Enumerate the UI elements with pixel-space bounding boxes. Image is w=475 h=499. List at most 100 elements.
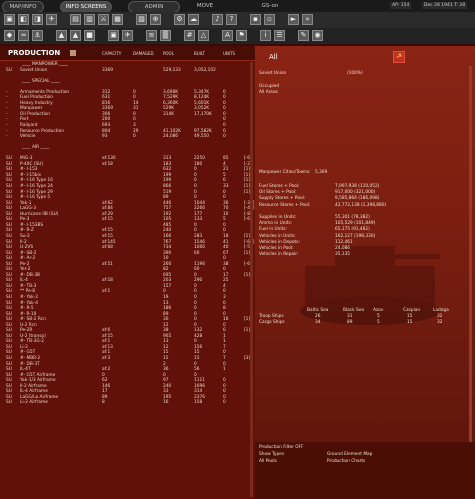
- tab-move[interactable]: MOVE: [185, 1, 225, 11]
- gs-toggle[interactable]: GS-on: [255, 1, 285, 11]
- cargo-ships-azov: 5: [377, 320, 380, 325]
- port-icon[interactable]: ⚓: [32, 30, 43, 41]
- country-name: Soviet Union: [259, 71, 287, 76]
- supply-icon[interactable]: ▦: [112, 14, 123, 25]
- sound-icon[interactable]: ♪: [212, 14, 223, 25]
- info-header: All: [255, 46, 475, 70]
- stat-label: Supplies in Units:: [259, 215, 297, 220]
- col-capacity[interactable]: CAPACITY: [102, 51, 121, 56]
- sea-black: Black Sea: [343, 308, 364, 313]
- save-icon[interactable]: ▪: [250, 14, 261, 25]
- col-units[interactable]: UNITS: [223, 51, 235, 56]
- weather-icon[interactable]: ☁: [188, 14, 199, 25]
- end-turn-icon[interactable]: ►: [288, 14, 299, 25]
- stat-value: 24,086: [335, 246, 351, 251]
- col-built[interactable]: BUILT: [194, 51, 205, 56]
- stat-label: Fuel Stores + Pool:: [259, 184, 300, 189]
- camera-icon[interactable]: ◉: [312, 30, 323, 41]
- top-menu-bar: MAP/INFO INFO SCREENS ADMIN MOVE GS-on A…: [0, 0, 475, 13]
- toolbar-primary: ▣ ◧ ◨ ✈ ▤ ▥ ⚔ ▦ ▧ ⊕ ⚙ ☁ ♪ ? ▪ ▫ ► »: [0, 12, 475, 28]
- airbase-icon[interactable]: ✈: [122, 30, 133, 41]
- all-pools-button[interactable]: All Pools: [259, 459, 277, 464]
- air-icon[interactable]: ✈: [46, 14, 57, 25]
- stat-label: Vehicles in Units:: [259, 233, 296, 239]
- log-icon[interactable]: ☰: [274, 30, 285, 41]
- stat-label: Vehicles in Pool:: [259, 246, 294, 251]
- production-row[interactable]: SU Li-2 Airframe 8 16 158 0: [0, 400, 255, 406]
- factory-icon[interactable]: ▲: [70, 30, 81, 41]
- grid-icon[interactable]: #: [184, 30, 195, 41]
- help-icon[interactable]: ?: [226, 14, 237, 25]
- stat-label: Fuel in Units:: [259, 227, 287, 233]
- troop-ships-azov: 5: [377, 314, 380, 319]
- filter-toggle-icon[interactable]: [70, 50, 76, 56]
- country-percent: (100%): [347, 71, 363, 76]
- battle-icon[interactable]: ⚔: [98, 14, 109, 25]
- stat-value: 42,772,138 (1,398,880): [335, 202, 387, 208]
- ground-icon[interactable]: ◆: [4, 30, 15, 41]
- filter-icon[interactable]: ▧: [136, 14, 147, 25]
- manpower-cities-label: Manpower Cities/Towns:: [259, 170, 311, 175]
- stat-value: 55,301 (78,382): [335, 215, 370, 220]
- labels-icon[interactable]: A: [222, 30, 233, 41]
- fort-icon[interactable]: ▣: [108, 30, 119, 41]
- order-icon[interactable]: ▥: [84, 14, 95, 25]
- settings-icon[interactable]: ⚙: [174, 14, 185, 25]
- stat-label: Resource Stores + Pool:: [259, 202, 311, 208]
- stat-value: 9,585,864 (186,098): [335, 196, 380, 202]
- cargo-ships-label: Cargo Ships: [259, 320, 285, 325]
- manpower-cities-value: 5,369: [315, 170, 328, 175]
- load-icon[interactable]: ▫: [264, 14, 275, 25]
- info-footer: Production Filter OFF Show Types All Poo…: [255, 442, 475, 499]
- city-icon[interactable]: ▲: [56, 30, 67, 41]
- hq-icon[interactable]: ◨: [32, 14, 43, 25]
- info-icon[interactable]: i: [260, 30, 271, 41]
- sea-baltic: Baltic Sea: [307, 308, 329, 313]
- col-damaged[interactable]: DAMAGED: [133, 51, 154, 56]
- stat-value: 917,000 (321,000): [335, 190, 376, 196]
- troop-ships-ladoga: 32: [437, 314, 443, 319]
- production-filter-toggle[interactable]: Production Filter OFF: [259, 445, 304, 450]
- occupied-toggle[interactable]: Occupied: [259, 84, 279, 89]
- zoom-icon[interactable]: ⊕: [150, 14, 161, 25]
- info-header-title: All: [269, 53, 278, 61]
- production-scrollbar[interactable]: [250, 62, 253, 497]
- stat-label: Oil Stores + Pool:: [259, 190, 297, 196]
- production-panel: PRODUCTION CAPACITY DAMAGED POOL BUILT U…: [0, 46, 255, 499]
- cell-pool: 16: [163, 400, 169, 406]
- stat-label: Ammo in Units:: [259, 221, 293, 227]
- depot-icon[interactable]: ■: [84, 30, 95, 41]
- show-types-button[interactable]: Show Types: [259, 452, 284, 457]
- all-areas-toggle[interactable]: All Areas: [259, 90, 278, 95]
- stat-value: 162,127 (198,330): [335, 233, 376, 239]
- unit-icon[interactable]: ◧: [18, 14, 29, 25]
- cell-units: 0: [223, 400, 226, 406]
- production-header: PRODUCTION CAPACITY DAMAGED POOL BUILT U…: [0, 46, 255, 61]
- map-icon[interactable]: ▣: [4, 14, 15, 25]
- cell-cap: 8: [102, 400, 105, 406]
- zoc-icon[interactable]: ▒: [160, 30, 171, 41]
- ground-element-map-button[interactable]: Ground Element Map: [327, 452, 372, 457]
- troop-ships-black: 31: [347, 314, 353, 319]
- frontline-icon[interactable]: ≡: [146, 30, 157, 41]
- next-icon[interactable]: »: [302, 14, 313, 25]
- troop-ships-label: Troop Ships: [259, 314, 284, 319]
- terrain-icon[interactable]: △: [198, 30, 209, 41]
- game-date: Dec 28 1941 T: 28: [422, 2, 468, 9]
- cell-name: Li-2 Airframe: [20, 400, 48, 406]
- stat-value: 65,175 (91,482): [335, 227, 370, 233]
- troop-ships-caspian: 15: [407, 314, 413, 319]
- col-pool[interactable]: POOL: [163, 51, 174, 56]
- tool-icon[interactable]: ✎: [298, 30, 309, 41]
- soviet-flag-icon[interactable]: [393, 51, 405, 63]
- info-scrollbar[interactable]: [469, 66, 472, 486]
- cell-built: 158: [194, 400, 203, 406]
- stat-label: Vehicles in Repair:: [259, 252, 299, 258]
- production-charts-button[interactable]: Production Charts: [327, 459, 365, 464]
- report-icon[interactable]: ▤: [70, 14, 81, 25]
- rail-icon[interactable]: ═: [18, 30, 29, 41]
- flag-icon[interactable]: ⚑: [236, 30, 247, 41]
- cargo-ships-caspian: 15: [407, 320, 413, 325]
- cell-nat: SU: [6, 400, 12, 406]
- stat-label: Supply Stores + Pool:: [259, 196, 306, 202]
